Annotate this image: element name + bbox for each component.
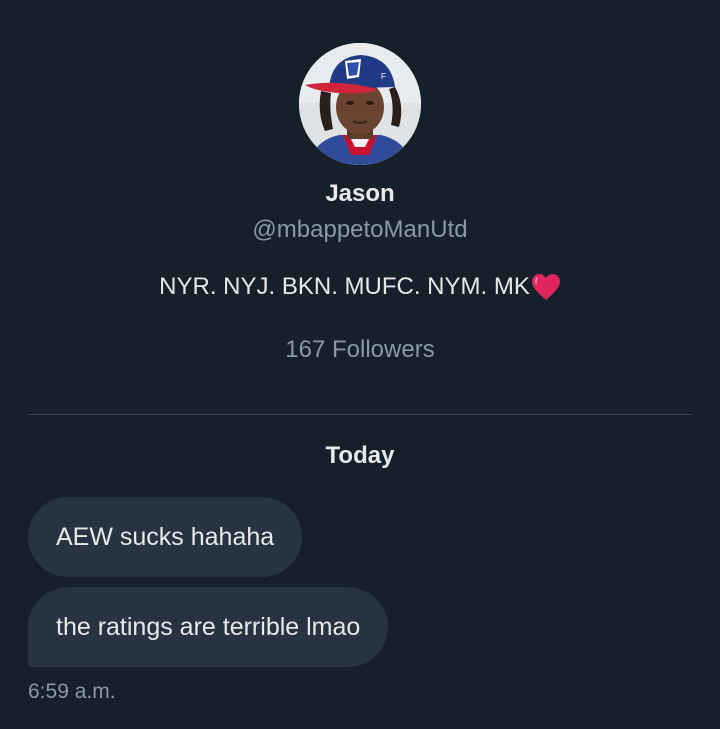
profile-bio-text: NYR. NYJ. BKN. MUFC. NYM. MK [159, 273, 530, 300]
message-bubble[interactable]: AEW sucks hahaha [28, 497, 303, 577]
dm-conversation-screen: F Jason @mbappetoManUtd NYR. NYJ. BKN. M… [0, 0, 720, 729]
message-bubble[interactable]: the ratings are terrible lmao [28, 587, 389, 667]
profile-header: F Jason @mbappetoManUtd NYR. NYJ. BKN. M… [0, 0, 720, 365]
message-text: the ratings are terrible lmao [56, 613, 361, 641]
heart-emoji-icon [531, 273, 561, 301]
profile-handle[interactable]: @mbappetoManUtd [252, 215, 467, 245]
svg-text:F: F [381, 72, 386, 81]
message-text: AEW sucks hahaha [56, 523, 275, 551]
profile-bio: NYR. NYJ. BKN. MUFC. NYM. MK [159, 272, 561, 302]
profile-name[interactable]: Jason [325, 179, 394, 209]
followers-count[interactable]: 167 Followers [285, 335, 434, 365]
avatar-image: F [299, 43, 421, 165]
message-timestamp: 6:59 a.m. [28, 680, 116, 703]
avatar[interactable]: F [299, 43, 421, 165]
divider [28, 414, 692, 415]
day-separator: Today [325, 442, 395, 469]
